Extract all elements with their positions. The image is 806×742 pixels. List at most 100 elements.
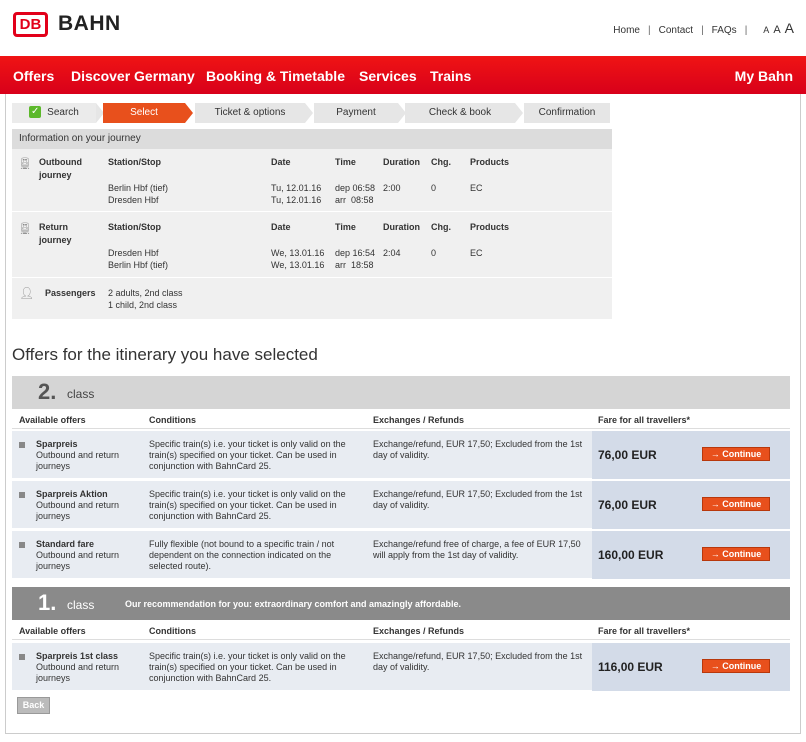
continue-button[interactable]: → Continue (702, 497, 770, 511)
offer-condition: Fully flexible (not bound to a specific … (149, 539, 335, 549)
step-label: Check & book (428, 107, 492, 118)
offer-sub: journeys (36, 561, 71, 571)
row-marker (19, 442, 25, 448)
nav-item-my-bahn[interactable]: My Bahn (735, 68, 793, 84)
continue-button[interactable]: → Continue (702, 547, 770, 561)
journey-info-title: Information on your journey (12, 129, 612, 149)
row-marker (19, 654, 25, 660)
step-arrow (305, 103, 313, 123)
row-marker (19, 492, 25, 498)
font-size-medium[interactable]: A (773, 24, 780, 36)
offer-condition: dependent on the connection indicated on… (149, 550, 332, 560)
offer-name: Standard fare (36, 539, 95, 549)
outbound-label-2: journey (39, 170, 72, 180)
offer-condition: Specific train(s) i.e. your ticket is on… (149, 489, 346, 499)
header-offers: Available offers (19, 626, 86, 636)
step-label: Confirmation (538, 107, 596, 118)
step-payment: Payment (314, 103, 406, 123)
col-date: Date (271, 222, 291, 232)
offer-exchange: day of validity. (373, 450, 430, 460)
offers-title: Offers for the itinerary you have select… (12, 345, 318, 364)
main-nav: Offers Discover Germany Booking & Timeta… (0, 56, 806, 94)
offer-condition: selected route). (149, 561, 212, 571)
brand-name: BAHN (58, 12, 121, 35)
offer-condition: train(s) specified on your ticket. Can b… (149, 500, 337, 510)
return-from: Dresden Hbf (108, 248, 159, 258)
offer-condition: Specific train(s) i.e. your ticket is on… (149, 651, 346, 661)
return-date-arr: We, 13.01.16 (271, 260, 325, 270)
nav-item-services[interactable]: Services (359, 68, 417, 84)
header-offers: Available offers (19, 415, 86, 425)
site-header: DB BAHN Home | Contact | FAQs | A A A (0, 0, 806, 56)
step-label: Payment (336, 107, 376, 118)
col-products: Products (470, 157, 510, 167)
offer-condition: train(s) specified on your ticket. Can b… (149, 450, 337, 460)
offer-sub: journeys (36, 461, 71, 471)
return-date-dep: We, 13.01.16 (271, 248, 325, 258)
return-time-dep: dep 16:54 (335, 248, 376, 258)
nav-item-trains[interactable]: Trains (430, 68, 471, 84)
return-label-2: journey (39, 235, 72, 245)
continue-button[interactable]: → Continue (702, 447, 770, 461)
col-changes: Chg. (431, 157, 451, 167)
return-product: EC (470, 248, 483, 258)
class-label: class (67, 387, 95, 401)
col-duration: Duration (383, 222, 420, 232)
step-check-book: Check & book (405, 103, 523, 123)
top-links: Home | Contact | FAQs | A A A (613, 20, 794, 36)
table-row: Standard fare Outbound and return journe… (12, 531, 790, 579)
outbound-time-dep: dep 06:58 (335, 183, 376, 193)
passengers-line2: 1 child, 2nd class (108, 300, 178, 310)
col-time: Time (335, 222, 356, 232)
offer-exchange: Exchange/refund, EUR 17,50; Excluded fro… (373, 489, 583, 499)
nav-item-offers[interactable]: Offers (13, 68, 54, 84)
nav-item-discover-germany[interactable]: Discover Germany (71, 68, 195, 84)
offer-price: 76,00 EUR (598, 448, 657, 462)
offer-name: Sparpreis Aktion (36, 489, 108, 499)
offer-sub: Outbound and return (36, 662, 120, 672)
train-icon: 🚆︎ (18, 158, 32, 170)
nav-item-booking-timetable[interactable]: Booking & Timetable (206, 68, 345, 84)
db-logo[interactable]: DB (13, 12, 48, 37)
divider: | (701, 25, 704, 36)
divider (12, 211, 612, 212)
back-button[interactable]: Back (17, 697, 50, 714)
passengers-label: Passengers (45, 288, 96, 298)
outbound-to: Dresden Hbf (108, 195, 159, 205)
step-label: Ticket & options (214, 107, 286, 118)
return-label: Return (39, 222, 68, 232)
outbound-date-arr: Tu, 12.01.16 (271, 195, 322, 205)
step-arrow (515, 103, 523, 123)
contact-link[interactable]: Contact (659, 25, 693, 36)
table-row: Sparpreis 1st class Outbound and return … (12, 643, 790, 691)
outbound-changes: 0 (431, 183, 437, 193)
journey-info-panel: Information on your journey 🚆︎ Outbound … (12, 129, 612, 319)
step-ticket-options: Ticket & options (195, 103, 313, 123)
col-duration: Duration (383, 157, 420, 167)
divider (12, 277, 612, 278)
step-label: Select (130, 107, 158, 118)
offer-condition: conjunction with BahnCard 25. (149, 461, 272, 471)
person-icon: 👤︎ (19, 286, 35, 300)
step-confirmation: Confirmation (524, 103, 610, 123)
offer-sub: Outbound and return (36, 550, 120, 560)
passengers-line1: 2 adults, 2nd class (108, 288, 183, 298)
step-search[interactable]: ✓ Search (12, 103, 104, 123)
continue-button[interactable]: → Continue (702, 659, 770, 673)
home-link[interactable]: Home (613, 25, 640, 36)
class-number: 1. (38, 590, 57, 615)
class-label: class (67, 598, 95, 612)
offer-sub: journeys (36, 511, 71, 521)
offer-name: Sparpreis 1st class (36, 651, 119, 661)
col-changes: Chg. (431, 222, 451, 232)
outbound-duration: 2:00 (383, 183, 401, 193)
recommendation-text: Our recommendation for you: extraordinar… (125, 599, 462, 609)
return-time-arr: arr 18:58 (335, 260, 374, 270)
font-size-small[interactable]: A (763, 25, 769, 35)
font-size-large[interactable]: A (785, 20, 794, 36)
divider: | (647, 25, 651, 36)
step-select: Select (103, 103, 193, 123)
offer-sub: Outbound and return (36, 450, 120, 460)
outbound-from: Berlin Hbf (tief) (108, 183, 169, 193)
faqs-link[interactable]: FAQs (712, 25, 737, 36)
